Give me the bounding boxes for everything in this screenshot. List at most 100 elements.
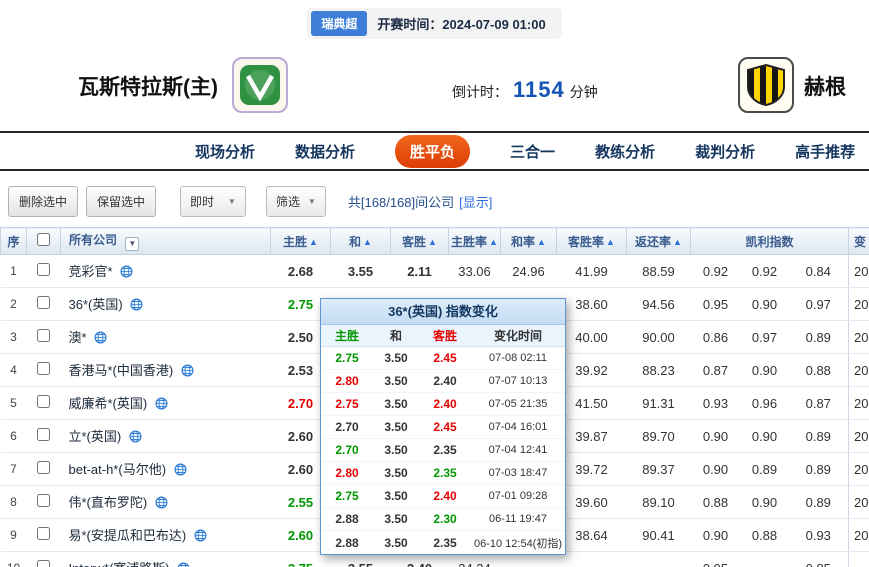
globe-icon (181, 364, 194, 380)
kelly-draw-cell: 0.88 (741, 519, 789, 552)
globe-icon (120, 265, 133, 281)
company-name[interactable]: 澳* (69, 330, 87, 345)
company-name[interactable]: 立*(英国) (69, 429, 122, 444)
return-rate-cell: 94.56 (627, 288, 691, 321)
kelly-away-cell: 0.89 (789, 453, 849, 486)
sort-up-icon[interactable]: ▲ (309, 237, 318, 247)
col-company[interactable]: 所有公司 (69, 233, 117, 247)
company-name[interactable]: 竞彩官* (69, 264, 113, 279)
globe-icon (94, 331, 107, 347)
home-rate-cell: 33.06 (449, 255, 501, 288)
kelly-home-cell: 0.90 (691, 420, 741, 453)
nav-tab-1[interactable]: 现场分析 (195, 141, 255, 162)
company-name[interactable]: 伟*(直布罗陀) (69, 495, 148, 510)
row-checkbox[interactable] (37, 461, 50, 474)
globe-icon (155, 397, 168, 413)
return-rate-cell: 88.23 (627, 354, 691, 387)
row-checkbox[interactable] (37, 263, 50, 276)
globe-icon (129, 430, 142, 446)
popup-home-odds: 2.88 (321, 536, 373, 550)
sort-up-icon[interactable]: ▲ (673, 237, 682, 247)
home-team-logo (232, 57, 288, 113)
nav-tab-5[interactable]: 教练分析 (595, 141, 655, 162)
row-checkbox[interactable] (37, 329, 50, 342)
popup-col-away: 客胜 (419, 327, 471, 344)
instant-dropdown[interactable]: 即时 ▼ (180, 186, 246, 217)
odds-draw-cell[interactable]: 3.55 (331, 255, 391, 288)
company-name[interactable]: 易*(安提瓜和巴布达) (69, 528, 187, 543)
draw-rate-cell: 24.96 (501, 255, 557, 288)
popup-home-odds: 2.75 (321, 397, 373, 411)
popup-col-home: 主胜 (321, 327, 373, 344)
kelly-home-cell: 0.87 (691, 354, 741, 387)
show-link[interactable]: [显示] (459, 192, 492, 211)
col-home-win[interactable]: 主胜▲ (271, 228, 331, 255)
away-rate-cell: 39.60 (557, 486, 627, 519)
away-rate-cell: 38.60 (557, 288, 627, 321)
popup-change-time: 07-08 02:11 (471, 352, 565, 364)
nav-tab-7[interactable]: 高手推荐 (795, 141, 855, 162)
row-checkbox[interactable] (37, 527, 50, 540)
popup-col-draw: 和 (373, 327, 419, 344)
keep-selected-button[interactable]: 保留选中 (86, 186, 156, 217)
countdown-unit: 分钟 (570, 82, 598, 102)
odds-home-cell[interactable]: 2.68 (271, 255, 331, 288)
return-rate-cell: 89.70 (627, 420, 691, 453)
popup-home-odds: 2.75 (321, 351, 373, 365)
nav-tab-3[interactable]: 胜平负 (395, 135, 470, 168)
row-checkbox[interactable] (37, 560, 50, 567)
change-cell (849, 552, 869, 567)
kelly-away-cell: 0.88 (789, 354, 849, 387)
popup-home-odds: 2.70 (321, 443, 373, 457)
row-checkbox[interactable] (37, 362, 50, 375)
company-name[interactable]: 香港马*(中国香港) (69, 363, 174, 378)
sort-up-icon[interactable]: ▲ (489, 237, 498, 247)
countdown-label: 倒计时： (452, 82, 508, 102)
company-filter-dropdown-icon[interactable]: ▼ (125, 237, 139, 251)
sort-up-icon[interactable]: ▲ (363, 237, 372, 247)
away-rate-cell (557, 552, 627, 567)
popup-col-time: 变化时间 (471, 327, 565, 344)
company-name[interactable]: bet-at-h*(马尔他) (69, 462, 167, 477)
col-home-rate[interactable]: 主胜率▲ (449, 228, 501, 255)
col-return-rate[interactable]: 返还率▲ (627, 228, 691, 255)
popup-draw-odds: 3.50 (373, 466, 419, 480)
filter-dropdown[interactable]: 筛选 ▼ (266, 186, 326, 217)
popup-row: 2.75 3.50 2.40 07-01 09:28 (321, 485, 565, 508)
popup-row: 2.88 3.50 2.30 06-11 19:47 (321, 508, 565, 531)
sort-up-icon[interactable]: ▲ (428, 237, 437, 247)
kelly-away-cell: 0.84 (789, 255, 849, 288)
nav-tab-2[interactable]: 数据分析 (295, 141, 355, 162)
company-name[interactable]: 36*(英国) (69, 297, 123, 312)
delete-selected-button[interactable]: 删除选中 (8, 186, 78, 217)
popup-change-time: 06-11 19:47 (471, 513, 565, 525)
away-rate-cell: 38.64 (557, 519, 627, 552)
select-all-checkbox[interactable] (37, 233, 50, 246)
col-away-rate[interactable]: 客胜率▲ (557, 228, 627, 255)
sort-up-icon[interactable]: ▲ (606, 237, 615, 247)
match-info-pill: 瑞典超 开赛时间：2024-07-09 01:00 (307, 8, 561, 39)
popup-home-odds: 2.75 (321, 489, 373, 503)
popup-change-time: 07-05 21:35 (471, 398, 565, 410)
row-checkbox[interactable] (37, 296, 50, 309)
col-away-win[interactable]: 客胜▲ (391, 228, 449, 255)
row-checkbox[interactable] (37, 395, 50, 408)
kelly-draw-cell: 0.90 (741, 420, 789, 453)
kelly-draw-cell: 0.89 (741, 453, 789, 486)
company-name[interactable]: 威廉希*(英国) (69, 396, 148, 411)
col-draw-rate[interactable]: 和率▲ (501, 228, 557, 255)
return-rate-cell: 90.41 (627, 519, 691, 552)
odds-away-cell[interactable]: 2.11 (391, 255, 449, 288)
sort-up-icon[interactable]: ▲ (537, 237, 546, 247)
col-draw[interactable]: 和▲ (331, 228, 391, 255)
row-checkbox[interactable] (37, 428, 50, 441)
kelly-draw-cell: 0.97 (741, 321, 789, 354)
nav-tab-4[interactable]: 三合一 (510, 141, 555, 162)
row-checkbox[interactable] (37, 494, 50, 507)
row-index: 9 (1, 519, 27, 552)
nav-tab-6[interactable]: 裁判分析 (695, 141, 755, 162)
company-name[interactable]: Interw*(塞浦路斯) (69, 561, 170, 567)
row-index: 10 (1, 552, 27, 567)
chevron-down-icon: ▼ (228, 197, 236, 206)
league-badge[interactable]: 瑞典超 (311, 11, 367, 36)
